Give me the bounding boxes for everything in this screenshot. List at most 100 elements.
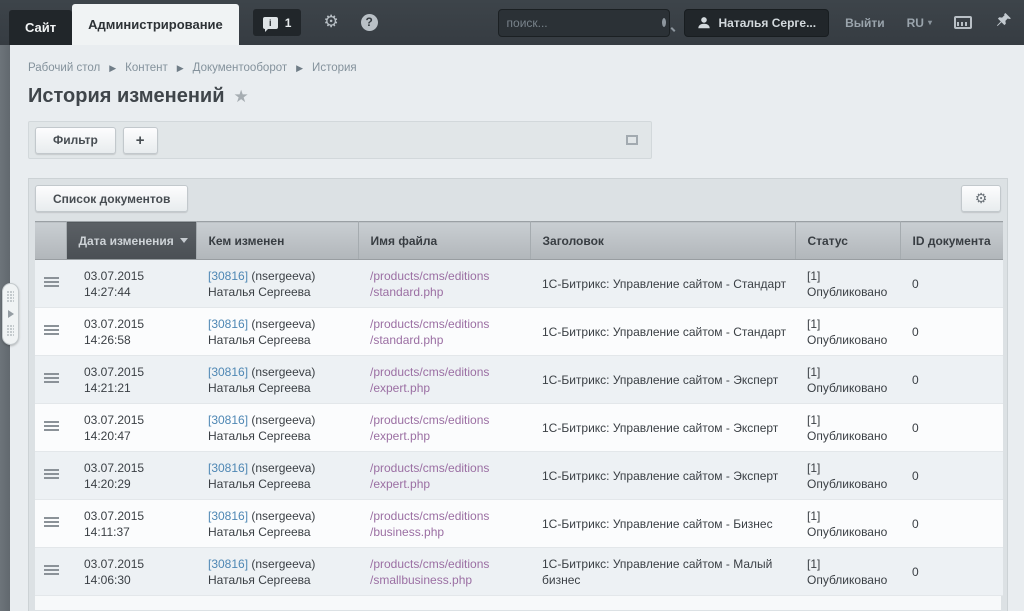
help-icon[interactable]: ? <box>361 14 378 31</box>
cell-date: 03.07.2015 14:21:21 <box>66 356 196 404</box>
column-date-sorted[interactable]: Дата изменения <box>66 222 196 260</box>
user-name: Наталья Серге... <box>719 16 817 30</box>
main-content: Рабочий стол ▶ Контент ▶ Документооборот… <box>10 45 1024 611</box>
filter-button[interactable]: Фильтр <box>35 127 116 154</box>
file-path-link[interactable]: /business.php <box>370 524 524 540</box>
column-doc-id-label: ID документа <box>913 234 991 248</box>
table-row: 03.07.2015 14:26:58 [30816] (nsergeeva) … <box>35 308 1003 356</box>
tab-site[interactable]: Сайт <box>9 10 72 45</box>
column-title-label: Заголовок <box>543 234 604 248</box>
toolbar-panel-icon[interactable] <box>954 16 972 29</box>
cell-date: 03.07.2015 14:27:44 <box>66 260 196 308</box>
grid-settings-button[interactable]: ⚙ <box>961 185 1001 212</box>
grid-toolbar: Список документов ⚙ <box>29 179 1007 221</box>
row-menu-icon[interactable] <box>44 419 59 433</box>
tab-administration[interactable]: Администрирование <box>72 4 239 45</box>
cell-editor: [30816] (nsergeeva) Наталья Сергеева <box>196 452 358 500</box>
user-id-link[interactable]: [30816] <box>208 413 248 427</box>
table-body: 03.07.2015 14:27:44 [30816] (nsergeeva) … <box>35 260 1003 596</box>
search-input[interactable] <box>507 16 662 30</box>
cell-editor: [30816] (nsergeeva) Наталья Сергеева <box>196 404 358 452</box>
table-row: 03.07.2015 14:11:37 [30816] (nsergeeva) … <box>35 500 1003 548</box>
add-filter-button[interactable]: + <box>123 127 158 154</box>
cell-date: 03.07.2015 14:20:47 <box>66 404 196 452</box>
cell-row-menu <box>35 404 66 452</box>
file-path-link[interactable]: /products/cms/editions <box>370 364 524 380</box>
breadcrumb-history[interactable]: История <box>312 62 357 74</box>
history-table: Дата изменения Кем изменен Имя файла Заг… <box>35 221 1003 596</box>
row-menu-icon[interactable] <box>44 323 59 337</box>
user-fullname: Наталья Сергеева <box>208 572 352 588</box>
cell-doc-id: 0 <box>900 500 1003 548</box>
search-box <box>498 9 670 37</box>
user-id-link[interactable]: [30816] <box>208 557 248 571</box>
language-selector[interactable]: RU ▾ <box>907 16 932 30</box>
filter-expand-icon[interactable] <box>626 135 638 145</box>
column-editor[interactable]: Кем изменен <box>196 222 358 260</box>
file-path-link[interactable]: /products/cms/editions <box>370 556 524 572</box>
notification-count: 1 <box>285 16 292 30</box>
breadcrumb-desktop[interactable]: Рабочий стол <box>28 62 100 74</box>
cell-status: [1] Опубликовано <box>795 404 900 452</box>
user-id-link[interactable]: [30816] <box>208 269 248 283</box>
breadcrumb-workflow[interactable]: Документооборот <box>193 62 287 74</box>
row-menu-icon[interactable] <box>44 467 59 481</box>
file-path-link[interactable]: /products/cms/editions <box>370 460 524 476</box>
file-path-link[interactable]: /products/cms/editions <box>370 268 524 284</box>
file-path-link[interactable]: /smallbusiness.php <box>370 572 524 588</box>
user-id-link[interactable]: [30816] <box>208 365 248 379</box>
search-icon[interactable] <box>662 18 666 27</box>
cell-filename: /products/cms/editions /expert.php <box>358 452 530 500</box>
column-title[interactable]: Заголовок <box>530 222 795 260</box>
cell-status: [1] Опубликовано <box>795 548 900 596</box>
date-value: 03.07.2015 <box>84 316 190 332</box>
breadcrumb-content[interactable]: Контент <box>125 62 168 74</box>
cell-editor: [30816] (nsergeeva) Наталья Сергеева <box>196 260 358 308</box>
cell-date: 03.07.2015 14:26:58 <box>66 308 196 356</box>
user-fullname: Наталья Сергеева <box>208 284 352 300</box>
date-value: 03.07.2015 <box>84 508 190 524</box>
pin-icon[interactable] <box>996 12 1012 33</box>
date-value: 03.07.2015 <box>84 556 190 572</box>
column-status-label: Статус <box>808 234 848 248</box>
user-id-link[interactable]: [30816] <box>208 461 248 475</box>
file-path-link[interactable]: /expert.php <box>370 476 524 492</box>
favorite-star-icon[interactable]: ★ <box>234 87 249 107</box>
cell-status: [1] Опубликовано <box>795 260 900 308</box>
column-filename-label: Имя файла <box>371 234 438 248</box>
file-path-link[interactable]: /standard.php <box>370 332 524 348</box>
column-doc-id[interactable]: ID документа <box>900 222 1003 260</box>
user-menu[interactable]: Наталья Серге... <box>684 9 830 37</box>
chevron-right-icon: ▶ <box>177 63 184 74</box>
cell-doc-id: 0 <box>900 308 1003 356</box>
row-menu-icon[interactable] <box>44 563 59 577</box>
file-path-link[interactable]: /products/cms/editions <box>370 316 524 332</box>
file-path-link[interactable]: /expert.php <box>370 428 524 444</box>
table-row: 03.07.2015 14:27:44 [30816] (nsergeeva) … <box>35 260 1003 308</box>
user-login: (nsergeeva) <box>251 365 315 379</box>
cell-filename: /products/cms/editions /expert.php <box>358 404 530 452</box>
cell-doc-id: 0 <box>900 356 1003 404</box>
notifications-button[interactable]: i 1 <box>253 9 302 36</box>
user-login: (nsergeeva) <box>251 317 315 331</box>
column-handle <box>35 222 66 260</box>
user-fullname: Наталья Сергеева <box>208 380 352 396</box>
file-path-link[interactable]: /expert.php <box>370 380 524 396</box>
column-filename[interactable]: Имя файла <box>358 222 530 260</box>
row-menu-icon[interactable] <box>44 515 59 529</box>
user-id-link[interactable]: [30816] <box>208 317 248 331</box>
sort-desc-icon <box>180 238 188 243</box>
cell-editor: [30816] (nsergeeva) Наталья Сергеева <box>196 500 358 548</box>
user-id-link[interactable]: [30816] <box>208 509 248 523</box>
file-path-link[interactable]: /products/cms/editions <box>370 508 524 524</box>
notification-icon: i <box>263 17 278 29</box>
column-status[interactable]: Статус <box>795 222 900 260</box>
tab-document-list[interactable]: Список документов <box>35 185 188 212</box>
file-path-link[interactable]: /standard.php <box>370 284 524 300</box>
cell-date: 03.07.2015 14:20:29 <box>66 452 196 500</box>
logout-link[interactable]: Выйти <box>845 16 885 30</box>
gear-icon[interactable]: ⚙ <box>323 14 338 31</box>
row-menu-icon[interactable] <box>44 371 59 385</box>
row-menu-icon[interactable] <box>44 275 59 289</box>
file-path-link[interactable]: /products/cms/editions <box>370 412 524 428</box>
